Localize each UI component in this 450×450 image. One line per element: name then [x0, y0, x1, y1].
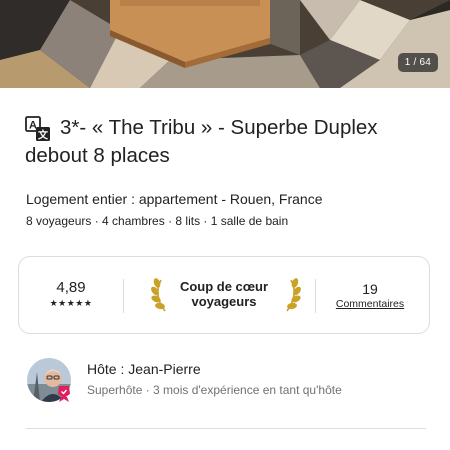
listing-title-row: A 文 3*- « The Tribu » - Superbe Duplex d…	[25, 114, 430, 170]
host-section[interactable]: Hôte : Jean-Pierre Superhôte · 3 mois d'…	[27, 358, 427, 408]
guest-favorite-label: Coup de cœur voyageurs	[169, 279, 279, 309]
rating-stars: ★★★★★	[49, 298, 93, 308]
section-divider	[26, 428, 426, 429]
guest-favorite-line2: voyageurs	[191, 294, 257, 309]
photo-counter: 1 / 64	[397, 53, 438, 72]
reviews-label[interactable]: Commentaires	[325, 298, 415, 310]
translate-icon[interactable]: A 文	[25, 116, 51, 142]
laurel-left-icon	[149, 277, 171, 313]
listing-subtitle: Logement entier : appartement - Rouen, F…	[26, 191, 323, 207]
card-divider	[123, 279, 124, 313]
laurel-right-icon	[281, 277, 303, 313]
svg-text:文: 文	[38, 129, 49, 142]
superhost-badge-icon	[56, 385, 72, 403]
card-divider	[315, 279, 316, 313]
listing-title: 3*- « The Tribu » - Superbe Duplex debou…	[25, 116, 378, 167]
svg-text:A: A	[29, 120, 37, 132]
listing-photo[interactable]: 1 / 64	[0, 0, 450, 88]
rating-block: 4,89 ★★★★★	[41, 279, 101, 309]
guest-favorite-card[interactable]: 4,89 ★★★★★ Coup de cœur voyageurs 19 Com…	[18, 256, 430, 334]
host-meta: Superhôte · 3 mois d'expérience en tant …	[87, 383, 342, 397]
reviews-count: 19	[362, 281, 378, 297]
reviews-link[interactable]: 19 Commentaires	[325, 281, 415, 310]
listing-details: 8 voyageurs · 4 chambres · 8 lits · 1 sa…	[26, 214, 289, 228]
host-name: Hôte : Jean-Pierre	[87, 361, 201, 377]
photo-image	[0, 0, 450, 88]
rating-value: 4,89	[56, 279, 86, 296]
guest-favorite-line1: Coup de cœur	[179, 279, 269, 294]
